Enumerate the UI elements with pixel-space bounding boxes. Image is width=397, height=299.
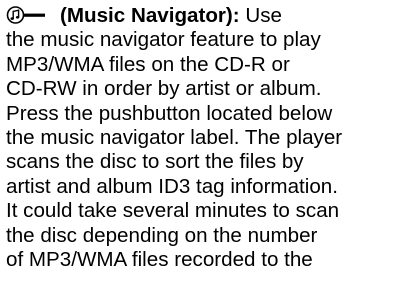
paragraph-line-5: the music navigator label. The player xyxy=(6,125,343,149)
paragraph-line-8: It could take several minutes to scan xyxy=(6,199,340,223)
section-heading: (Music Navigator): xyxy=(60,4,240,27)
paragraph-line-9: the disc depending on the number xyxy=(6,223,318,247)
paragraph-line-10: of MP3/WMA files recorded to the xyxy=(6,247,313,271)
manual-paragraph: (Music Navigator): Use the music navigat… xyxy=(6,4,396,272)
first-line-text: Use xyxy=(239,4,283,27)
paragraph-line-2: MP3/WMA files on the CD-R or xyxy=(6,52,290,76)
paragraph-line-1: the music navigator feature to play xyxy=(6,28,321,52)
paragraph-line-4: Press the pushbutton located below xyxy=(6,101,333,125)
paragraph-first-line: (Music Navigator): Use xyxy=(6,4,396,28)
paragraph-line-7: artist and album ID3 tag information. xyxy=(6,174,338,198)
music-navigator-icon xyxy=(6,6,45,24)
paragraph-line-3: CD-RW in order by artist or album. xyxy=(6,77,322,101)
paragraph-line-6: scans the disc to sort the files by xyxy=(6,150,304,174)
